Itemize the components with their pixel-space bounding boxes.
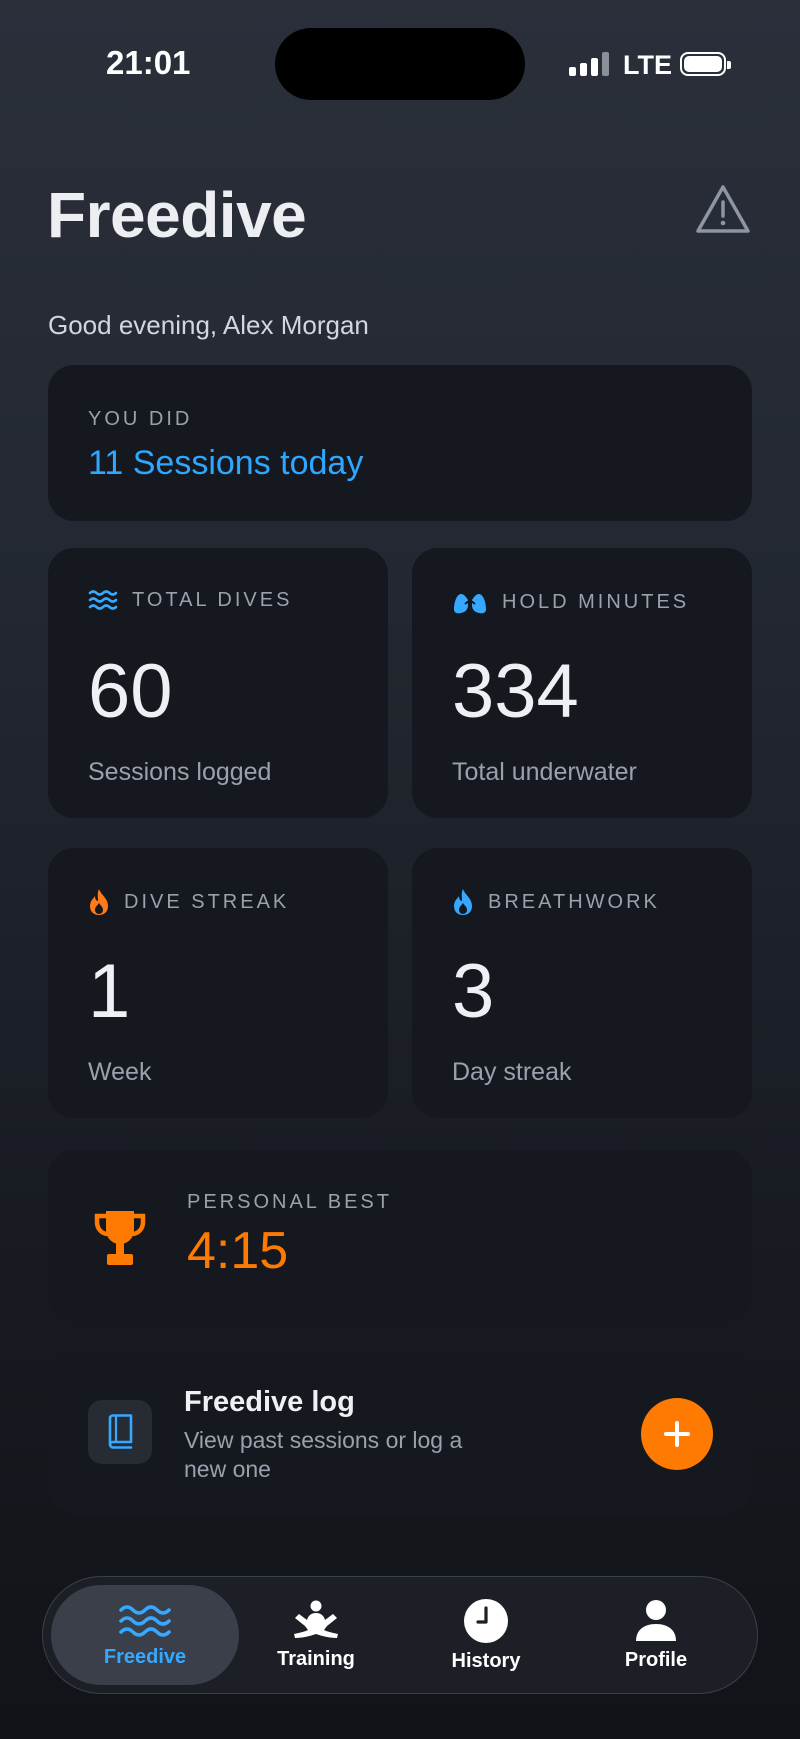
stat-subtitle: Week xyxy=(88,1058,152,1086)
battery-icon xyxy=(680,52,731,76)
trophy-icon xyxy=(94,1211,146,1265)
stat-card-dive-streak[interactable]: DIVE STREAK 1 Week xyxy=(48,848,388,1118)
person-icon xyxy=(636,1599,676,1641)
sessions-value: 11 Sessions today xyxy=(88,444,364,482)
plus-icon xyxy=(664,1421,690,1447)
stat-value: 334 xyxy=(452,649,579,734)
stat-label: TOTAL DIVES xyxy=(132,588,293,611)
droplet-flame-icon xyxy=(454,889,472,915)
add-log-button[interactable] xyxy=(641,1398,713,1470)
log-subtitle: View past sessions or log a new one xyxy=(184,1427,463,1482)
stat-card-breathwork[interactable]: BREATHWORK 3 Day streak xyxy=(412,848,752,1118)
greeting: Good evening, Alex Morgan xyxy=(48,310,369,340)
tab-freedive[interactable]: Freedive xyxy=(60,1577,230,1693)
tab-label: Profile xyxy=(624,1648,688,1671)
stat-value: 60 xyxy=(88,649,173,734)
stat-label: DIVE STREAK xyxy=(124,890,290,913)
stat-card-hold-minutes[interactable]: HOLD MINUTES 334 Total underwater xyxy=(412,548,752,818)
tab-label: Freedive xyxy=(103,1645,187,1668)
network-label: LTE xyxy=(623,50,672,80)
tab-training[interactable]: Training xyxy=(231,1577,401,1693)
freedive-log-card[interactable]: Freedive log View past sessions or log a… xyxy=(48,1354,752,1514)
personal-best-card[interactable]: PERSONAL BEST 4:15 xyxy=(48,1150,752,1322)
stat-subtitle: Day streak xyxy=(452,1058,572,1086)
waves-icon xyxy=(119,1604,171,1637)
stat-card-total-dives[interactable]: TOTAL DIVES 60 Sessions logged xyxy=(48,548,388,818)
clock-icon xyxy=(464,1598,508,1643)
tab-history[interactable]: History xyxy=(401,1577,571,1693)
warning-triangle-icon[interactable] xyxy=(695,183,751,235)
flame-icon xyxy=(90,889,108,915)
status-time: 21:01 xyxy=(106,44,191,81)
signal-icon xyxy=(569,52,609,76)
personal-best-value: 4:15 xyxy=(187,1222,289,1280)
stat-label: BREATHWORK xyxy=(488,890,660,913)
sessions-label: YOU DID xyxy=(88,408,193,430)
stat-value: 1 xyxy=(88,949,131,1034)
tab-label: Training xyxy=(277,1647,355,1670)
stat-value: 3 xyxy=(452,949,495,1034)
waves-icon xyxy=(88,590,118,610)
stat-subtitle: Total underwater xyxy=(452,758,637,786)
tab-bar: Freedive Training History Profile xyxy=(42,1576,758,1694)
log-title: Freedive log xyxy=(184,1386,355,1418)
stat-label: HOLD MINUTES xyxy=(502,590,690,613)
lungs-icon xyxy=(454,589,486,614)
sessions-today-card: YOU DID 11 Sessions today xyxy=(48,365,752,521)
tab-label: History xyxy=(451,1649,521,1672)
tab-profile[interactable]: Profile xyxy=(571,1577,741,1693)
page-title: Freedive xyxy=(47,179,307,251)
stat-subtitle: Sessions logged xyxy=(88,758,272,786)
personal-best-label: PERSONAL BEST xyxy=(187,1191,392,1213)
meditation-icon xyxy=(294,1600,338,1638)
book-icon xyxy=(88,1400,152,1464)
dynamic-island xyxy=(275,28,525,100)
